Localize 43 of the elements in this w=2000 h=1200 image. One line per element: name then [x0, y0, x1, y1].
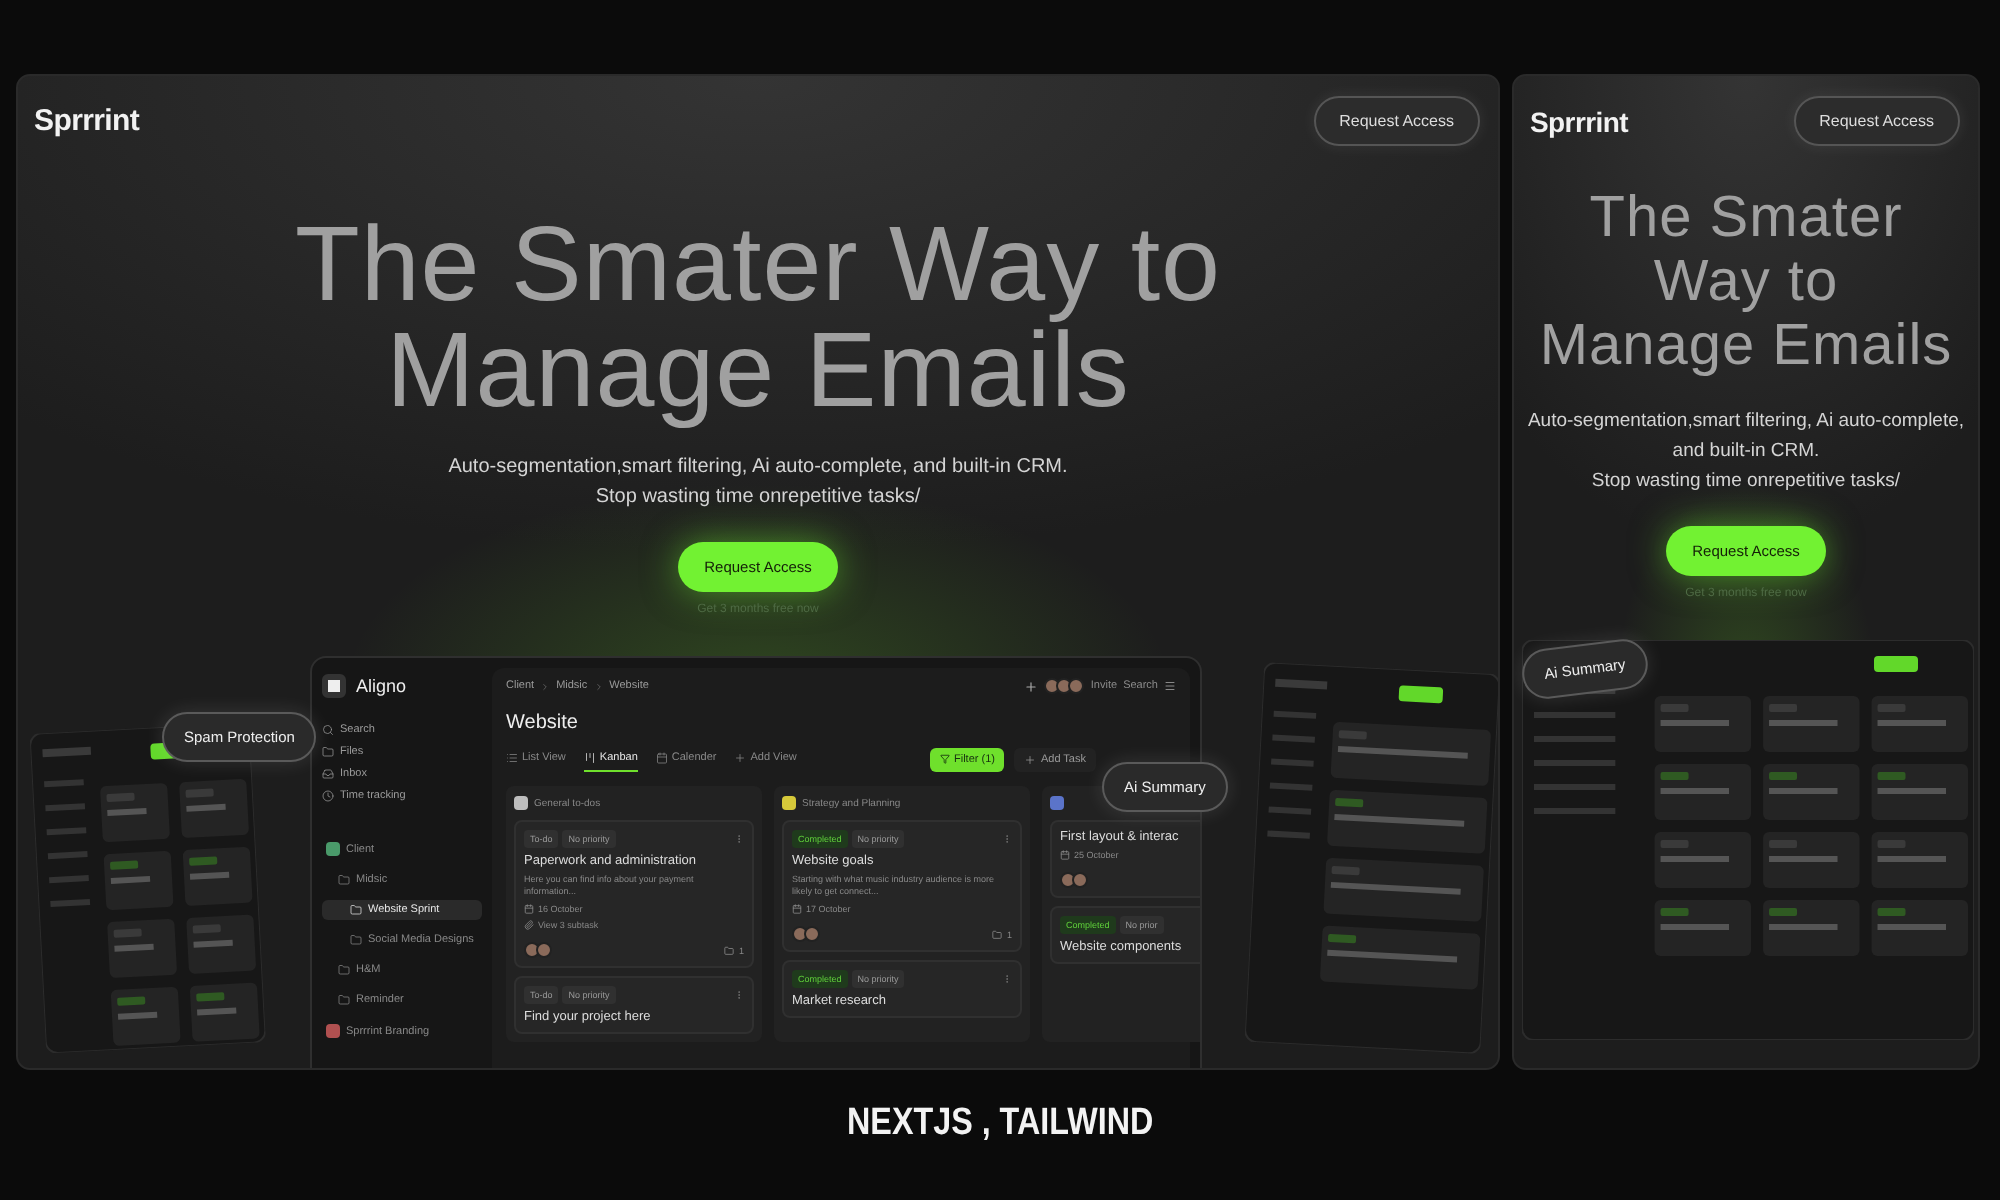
avatar-group-icon	[1060, 872, 1088, 888]
request-access-button[interactable]: Request Access	[1793, 96, 1960, 146]
folder-icon	[724, 945, 735, 955]
chevron-icon	[593, 681, 604, 691]
avatar-group-icon	[792, 926, 820, 942]
filter-icon	[939, 754, 950, 764]
logo[interactable]: Sprrrint	[34, 104, 140, 138]
folder-icon	[350, 934, 362, 946]
calendar-icon	[1060, 850, 1070, 860]
app-name: Aligno	[356, 676, 407, 696]
plus-icon	[734, 752, 747, 764]
chevron-icon	[540, 681, 551, 691]
menu-icon[interactable]	[1164, 680, 1176, 692]
plus-icon	[1024, 753, 1037, 765]
hero-title: The Smater Way to Manage Emails	[1539, 186, 1953, 378]
app-logo-icon	[322, 674, 346, 698]
page-title: Website	[506, 712, 580, 734]
folder-icon	[338, 994, 350, 1006]
list-icon	[506, 752, 518, 764]
calendar-icon	[524, 904, 534, 914]
avatar-group-icon	[1044, 678, 1085, 694]
hero-subtitle: Auto-segmentation,smart filtering, Ai auto-complete, and built-in CRM. Stop wasting time onrepetitive tasks/	[448, 454, 1068, 512]
calendar-icon	[655, 752, 668, 764]
inbox-icon	[322, 768, 334, 780]
folder-icon	[338, 964, 350, 976]
folder-icon	[992, 929, 1003, 939]
calendar-icon	[792, 904, 802, 914]
avatar-group-icon	[524, 942, 552, 958]
request-access-button[interactable]: Request Access	[1313, 96, 1480, 146]
hero-title: The Smater Way to Manage Emails	[294, 212, 1222, 424]
space-icon	[326, 1024, 340, 1038]
hero-subtitle: Auto-segmentation,smart filtering, Ai auto-complete, and built-in CRM. Stop wasting time onrepetitive tasks/	[1527, 408, 1965, 496]
space-icon	[326, 842, 340, 856]
folder-icon	[338, 874, 350, 886]
logo[interactable]: Sprrrint	[1530, 105, 1628, 137]
clock-icon	[322, 790, 334, 802]
plus-icon[interactable]	[1024, 679, 1039, 693]
search-icon	[322, 724, 334, 736]
paperclip-icon	[524, 920, 534, 930]
folder-icon	[350, 904, 362, 916]
kanban-icon	[583, 752, 596, 764]
folder-icon	[322, 746, 334, 758]
caption: NEXTJS , TAILWIND	[846, 1102, 1154, 1146]
